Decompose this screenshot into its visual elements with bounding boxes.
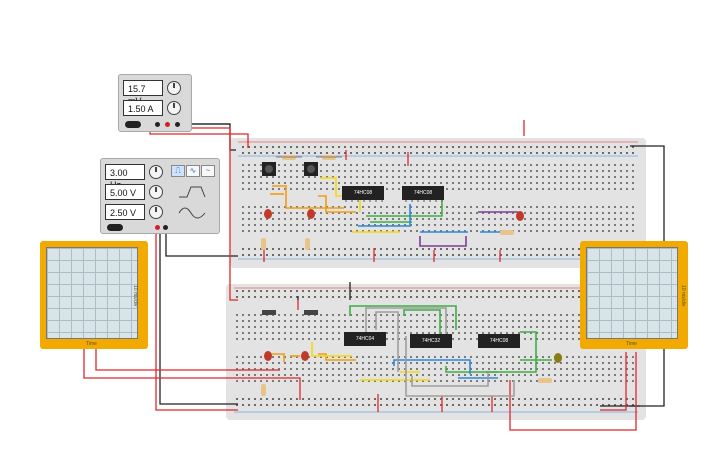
generator-power-switch[interactable] — [107, 224, 123, 231]
amplitude-knob[interactable] — [149, 185, 163, 199]
ic-label: 74HC08 — [413, 190, 433, 196]
ic-74hc08-top-2[interactable]: 74HC08 — [402, 186, 444, 200]
offset-knob[interactable] — [149, 205, 163, 219]
scope-screen-right — [586, 247, 678, 339]
ic-label: 74HC08 — [489, 338, 509, 344]
amplitude-wave-icon — [179, 186, 206, 198]
voltage-readout: 15.7 mV — [123, 80, 163, 106]
scope-time-label: Time — [626, 341, 637, 347]
scope-screen-left — [46, 247, 138, 339]
scope-timebase-label: 10 ms/div — [680, 285, 686, 307]
frequency-readout: 3.00 Hz — [105, 164, 145, 190]
oscilloscope-right[interactable]: 10 ms/div Time — [580, 241, 688, 349]
ic-label: 74HC04 — [355, 336, 375, 342]
voltage-knob[interactable] — [167, 81, 181, 95]
oscilloscope-left[interactable]: 10 ms/div Time — [40, 241, 148, 349]
positive-terminal[interactable] — [165, 122, 170, 127]
scope-timebase-label: 10 ms/div — [132, 285, 138, 307]
sine-wave-button[interactable]: ~ — [201, 165, 215, 177]
top-board-holes — [238, 141, 638, 260]
triangle-wave-button[interactable]: ∿ — [186, 165, 200, 177]
generator-positive-terminal[interactable] — [155, 225, 160, 230]
ic-label: 74HC32 — [421, 338, 441, 344]
square-wave-button[interactable]: ⎍ — [171, 165, 185, 177]
ic-label: 74HC08 — [353, 190, 373, 196]
negative-terminal[interactable] — [155, 122, 160, 127]
scope-time-label: Time — [86, 341, 97, 347]
ic-74hc08-top-1[interactable]: 74HC08 — [342, 186, 384, 200]
ic-74hc32-bottom[interactable]: 74HC32 — [410, 334, 452, 348]
function-generator[interactable]: 3.00 Hz ⎍ ∿ ~ 5.00 V 2.50 V — [100, 158, 220, 234]
power-switch[interactable] — [125, 121, 141, 128]
ground-terminal[interactable] — [175, 122, 180, 127]
frequency-knob[interactable] — [149, 165, 163, 179]
power-supply[interactable]: 15.7 mV 1.50 A — [118, 74, 192, 132]
offset-readout: 2.50 V — [105, 204, 145, 220]
current-readout: 1.50 A — [123, 100, 163, 116]
offset-wave-icon — [178, 207, 206, 219]
current-knob[interactable] — [167, 101, 181, 115]
ic-74hc08-bottom[interactable]: 74HC08 — [478, 334, 520, 348]
generator-negative-terminal[interactable] — [163, 225, 168, 230]
ic-74hc04-bottom[interactable]: 74HC04 — [344, 332, 386, 346]
amplitude-readout: 5.00 V — [105, 184, 145, 200]
